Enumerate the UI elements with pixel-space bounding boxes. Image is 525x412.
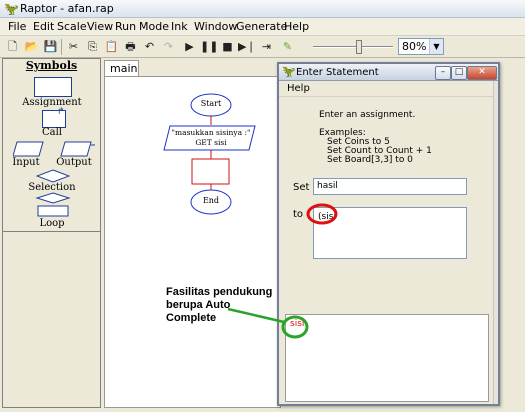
menu-scale[interactable]: Scale bbox=[57, 20, 87, 34]
dialog-title-bar: 🦖 Enter Statement – □ ✕ bbox=[279, 64, 498, 81]
raptor-logo-icon: 🦖 bbox=[282, 65, 296, 78]
zoom-slider-thumb[interactable] bbox=[356, 40, 362, 54]
new-file-icon[interactable]: 🗋 bbox=[4, 38, 21, 55]
minimize-icon[interactable]: – bbox=[435, 66, 451, 80]
empty-assignment-node bbox=[191, 158, 230, 185]
selection-symbol[interactable] bbox=[36, 169, 70, 183]
start-label: Start bbox=[200, 99, 222, 108]
menu-window[interactable]: Window bbox=[194, 20, 237, 34]
input-label: Input bbox=[12, 157, 40, 168]
step-into-icon[interactable]: ⇥ bbox=[258, 38, 275, 55]
menu-ink[interactable]: Ink bbox=[171, 20, 188, 34]
toolbar-separator bbox=[61, 39, 62, 55]
cut-icon[interactable]: ✂ bbox=[65, 38, 82, 55]
tab-main-label: main bbox=[110, 62, 138, 75]
loop-label: Loop bbox=[39, 218, 65, 229]
dialog-menu-help[interactable]: Help bbox=[287, 83, 310, 94]
suggestion-item[interactable]: sisi bbox=[290, 319, 304, 329]
symbols-header: Symbols bbox=[25, 59, 78, 72]
call-symbol[interactable]: ↱ bbox=[42, 107, 66, 128]
input-prompt-label: "masukkan sisinya :" bbox=[171, 128, 251, 137]
zoom-slider-track bbox=[313, 46, 393, 48]
stop-icon[interactable]: ■ bbox=[219, 38, 236, 55]
dialog-title: Enter Statement bbox=[296, 67, 379, 78]
menu-view[interactable]: View bbox=[87, 20, 113, 34]
save-icon[interactable]: 💾 bbox=[42, 38, 59, 55]
toolbar: 🗋 📂 💾 ✂ ⎘ 📋 🖶 ↶ ↷ ▶ ❚❚ ■ ▶❘ ⇥ ✎ 80% ▼ bbox=[0, 36, 525, 58]
chevron-down-icon[interactable]: ▼ bbox=[429, 39, 443, 54]
input-var-label: GET sisi bbox=[195, 138, 227, 147]
to-input[interactable]: (sisi bbox=[313, 207, 467, 259]
paste-icon[interactable]: 📋 bbox=[103, 38, 120, 55]
suggestion-list[interactable]: sisi bbox=[285, 314, 489, 402]
set-input[interactable]: hasil bbox=[313, 178, 467, 195]
copy-icon[interactable]: ⎘ bbox=[84, 38, 101, 55]
panel-divider bbox=[3, 231, 100, 232]
set-label: Set bbox=[293, 182, 310, 193]
dialog-menu-bar: Help bbox=[279, 81, 498, 97]
flowchart bbox=[163, 93, 256, 215]
example-3: Set Board[3,3] to 0 bbox=[327, 155, 413, 165]
menu-file[interactable]: File bbox=[8, 20, 26, 34]
pause-icon[interactable]: ❚❚ bbox=[200, 38, 218, 55]
zoom-select[interactable]: 80% ▼ bbox=[398, 38, 444, 55]
assignment-label: Assignment bbox=[22, 97, 82, 108]
loop-symbol[interactable] bbox=[34, 192, 72, 218]
to-label: to bbox=[293, 209, 304, 220]
to-input-value: (sisi bbox=[318, 212, 336, 222]
print-icon[interactable]: 🖶 bbox=[122, 38, 139, 55]
annotation-text: Fasilitas pendukung berupa Auto Complete bbox=[166, 286, 273, 324]
pen-icon[interactable]: ✎ bbox=[279, 38, 296, 55]
enter-statement-dialog: 🦖 Enter Statement – □ ✕ Help Enter an as… bbox=[277, 62, 500, 406]
end-label: End bbox=[202, 196, 220, 205]
io-symbols-icon[interactable] bbox=[13, 139, 95, 159]
flowchart-canvas[interactable]: Start "masukkan sisinya :" GET sisi End bbox=[104, 76, 281, 408]
menu-mode[interactable]: Mode bbox=[139, 20, 169, 34]
maximize-icon[interactable]: □ bbox=[451, 66, 467, 80]
tab-main[interactable]: main bbox=[104, 60, 139, 76]
close-icon[interactable]: ✕ bbox=[467, 66, 497, 80]
menu-edit[interactable]: Edit bbox=[33, 20, 54, 34]
dialog-scrollbar[interactable] bbox=[493, 81, 498, 404]
call-label: Call bbox=[41, 127, 62, 138]
raptor-logo-icon: 🦖 bbox=[4, 2, 19, 16]
redo-icon[interactable]: ↷ bbox=[160, 38, 177, 55]
menu-help[interactable]: Help bbox=[284, 20, 309, 34]
set-input-value: hasil bbox=[317, 181, 338, 191]
zoom-slider[interactable] bbox=[313, 40, 393, 54]
symbols-panel: Symbols Assignment ↱ Call Input Output S… bbox=[2, 58, 101, 408]
step-icon[interactable]: ▶❘ bbox=[238, 38, 256, 55]
run-icon[interactable]: ▶ bbox=[181, 38, 198, 55]
undo-icon[interactable]: ↶ bbox=[141, 38, 158, 55]
assignment-symbol[interactable] bbox=[34, 77, 72, 97]
menu-generate[interactable]: Generate bbox=[236, 20, 287, 34]
open-folder-icon[interactable]: 📂 bbox=[23, 38, 40, 55]
zoom-value: 80% bbox=[402, 40, 427, 53]
menu-bar: File Edit Scale View Run Mode Ink Window… bbox=[0, 18, 525, 36]
title-bar: 🦖 Raptor - afan.rap bbox=[0, 0, 525, 18]
instruction-text: Enter an assignment. bbox=[319, 110, 416, 120]
menu-run[interactable]: Run bbox=[115, 20, 136, 34]
output-label: Output bbox=[56, 157, 92, 168]
window-title: Raptor - afan.rap bbox=[20, 2, 114, 15]
